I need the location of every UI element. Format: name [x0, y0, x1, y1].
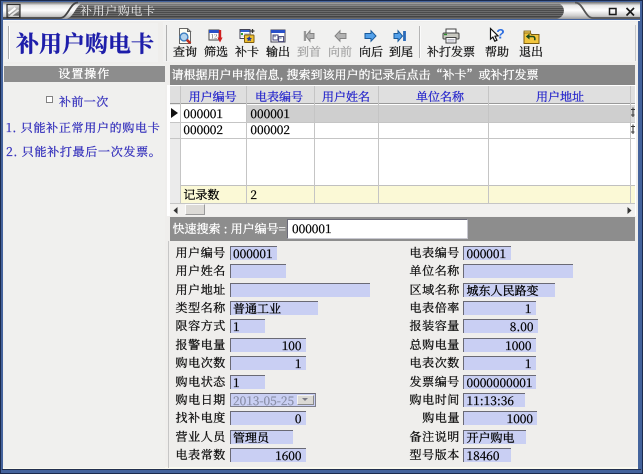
svg-text:?: ?: [496, 27, 505, 42]
svg-text:12: 12: [211, 32, 218, 41]
svg-text:补用户购电卡: 补用户购电卡: [80, 2, 156, 19]
